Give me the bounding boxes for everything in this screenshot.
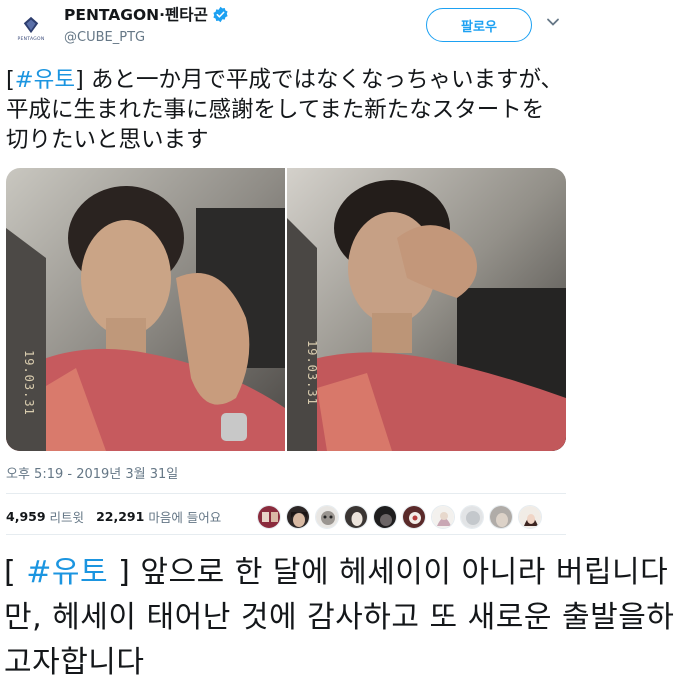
user-handle[interactable]: @CUBE_PTG	[64, 30, 145, 45]
liker-avatar[interactable]	[402, 505, 426, 529]
photo-1-image	[6, 168, 285, 451]
divider-bottom	[6, 534, 566, 535]
pentagon-logo-icon	[23, 16, 39, 34]
translation-bracket-close: ]	[108, 555, 131, 590]
liker-avatar[interactable]	[373, 505, 397, 529]
liker-avatar[interactable]	[257, 505, 281, 529]
tweet-timestamp[interactable]: 오후 5:19 - 2019년 3월 31일	[6, 463, 178, 482]
follow-button[interactable]: 팔로우	[426, 8, 532, 42]
like-count[interactable]: 22,291	[96, 509, 144, 524]
translation-hashtag: #유토	[26, 555, 109, 590]
retweet-label[interactable]: 리트윗	[50, 507, 85, 526]
verified-badge-icon	[213, 6, 228, 22]
liker-avatar[interactable]	[518, 505, 542, 529]
hashtag-bracket-open: [	[6, 67, 15, 93]
divider-top	[6, 493, 566, 494]
chevron-down-icon[interactable]	[545, 14, 561, 30]
tweet-card: PENTAGON PENTAGON·펜타곤 @CUBE_PTG 팔로우 [#유토…	[0, 0, 572, 535]
media-grid: 19.03.31 19.03.31	[6, 168, 566, 451]
hashtag-bracket-close: ]	[75, 67, 84, 93]
photo-2-date-overlay: 19.03.31	[305, 340, 319, 406]
retweet-count[interactable]: 4,959	[6, 509, 46, 524]
hashtag-link[interactable]: #유토	[15, 67, 75, 93]
liker-avatar[interactable]	[344, 505, 368, 529]
like-label[interactable]: 마음에 들어요	[148, 507, 221, 526]
liker-avatar[interactable]	[431, 505, 455, 529]
tweet-body: あと一か月で平成ではなくなっちゃいますが、平成に生まれた事に感謝をしてまた新たな…	[6, 67, 564, 153]
liker-avatar[interactable]	[489, 505, 513, 529]
translation-caption: [ #유토 ] 앞으로 한 달에 헤세이이 아니라 버립니다 만, 헤세이 태어…	[0, 540, 685, 693]
liker-avatar[interactable]	[286, 505, 310, 529]
translation-bracket-open: [	[4, 555, 27, 590]
avatar[interactable]: PENTAGON	[8, 6, 54, 52]
translation-text: [ #유토 ] 앞으로 한 달에 헤세이이 아니라 버립니다 만, 헤세이 태어…	[4, 550, 680, 685]
photo-1-date-overlay: 19.03.31	[22, 350, 36, 416]
author-name-row: PENTAGON·펜타곤	[64, 3, 229, 25]
photo-2[interactable]: 19.03.31	[287, 168, 566, 451]
liker-avatar[interactable]	[315, 505, 339, 529]
display-name[interactable]: PENTAGON·펜타곤	[64, 3, 208, 25]
tweet-text: [#유토] あと一か月で平成ではなくなっちゃいますが、平成に生まれた事に感謝をし…	[6, 65, 566, 155]
photo-1[interactable]: 19.03.31	[6, 168, 285, 451]
avatar-logo-text: PENTAGON	[17, 37, 45, 42]
liker-avatars	[257, 505, 542, 529]
liker-avatar[interactable]	[460, 505, 484, 529]
tweet-stats: 4,959 리트윗 22,291 마음에 들어요	[6, 507, 221, 526]
photo-2-image	[287, 168, 566, 451]
